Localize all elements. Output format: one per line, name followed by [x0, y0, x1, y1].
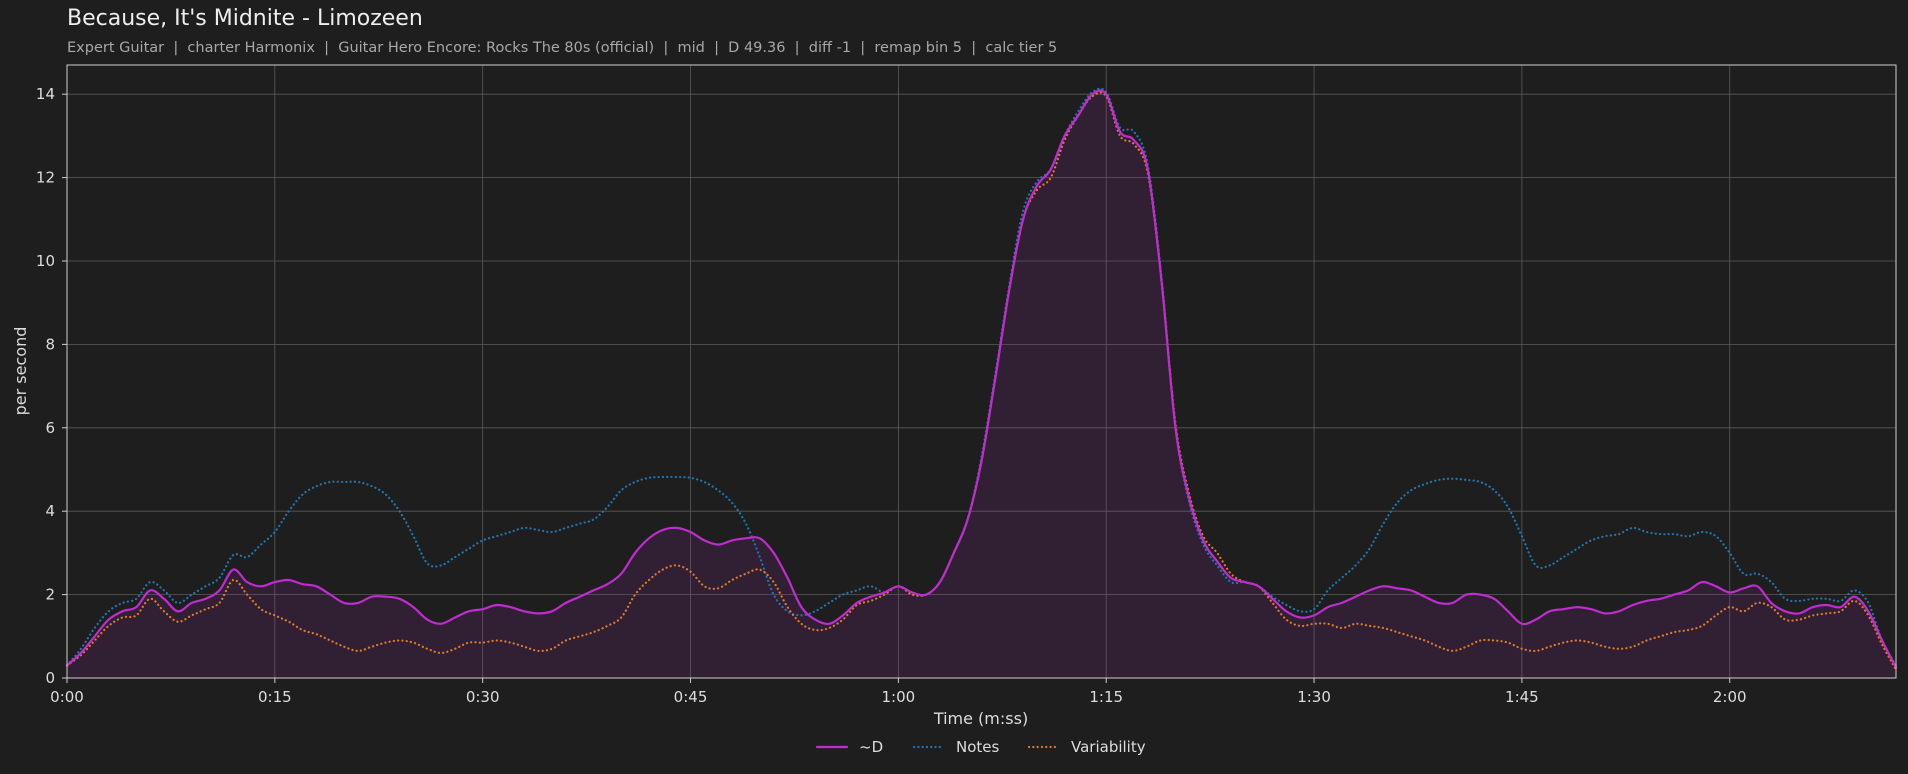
y-axis-ticks: 0 2 4 6 8 10 12 14: [36, 85, 67, 687]
x-tick-label: 1:45: [1505, 688, 1539, 706]
x-tick-label: 2:00: [1713, 688, 1747, 706]
x-tick-label: 0:15: [258, 688, 292, 706]
x-tick-label: 0:45: [674, 688, 708, 706]
legend-label: ~D: [859, 738, 883, 756]
y-tick-label: 2: [45, 586, 55, 604]
x-tick-label: 1:30: [1297, 688, 1331, 706]
y-tick-label: 10: [36, 252, 55, 270]
y-tick-label: 4: [45, 502, 55, 520]
y-tick-label: 8: [45, 335, 55, 353]
x-tick-label: 0:30: [466, 688, 500, 706]
y-tick-label: 14: [36, 85, 55, 103]
line-chart: 0:00 0:15 0:30 0:45 1:00 1:15 1:30 1:45 2:00 0 2 4…: [11, 64, 1898, 756]
y-tick-label: 0: [45, 669, 55, 687]
legend: ~D Notes Variability: [815, 738, 1146, 756]
x-tick-label: 1:00: [882, 688, 916, 706]
y-tick-label: 12: [36, 169, 55, 187]
x-axis-label: Time (m:ss): [933, 709, 1028, 728]
legend-label: Variability: [1071, 738, 1146, 756]
legend-label: Notes: [956, 738, 1000, 756]
x-tick-label: 0:00: [50, 688, 84, 706]
y-axis-label: per second: [11, 327, 30, 416]
y-tick-label: 6: [45, 419, 55, 437]
x-tick-label: 1:15: [1089, 688, 1123, 706]
x-axis-ticks: 0:00 0:15 0:30 0:45 1:00 1:15 1:30 1:45 2:00: [50, 678, 1747, 706]
